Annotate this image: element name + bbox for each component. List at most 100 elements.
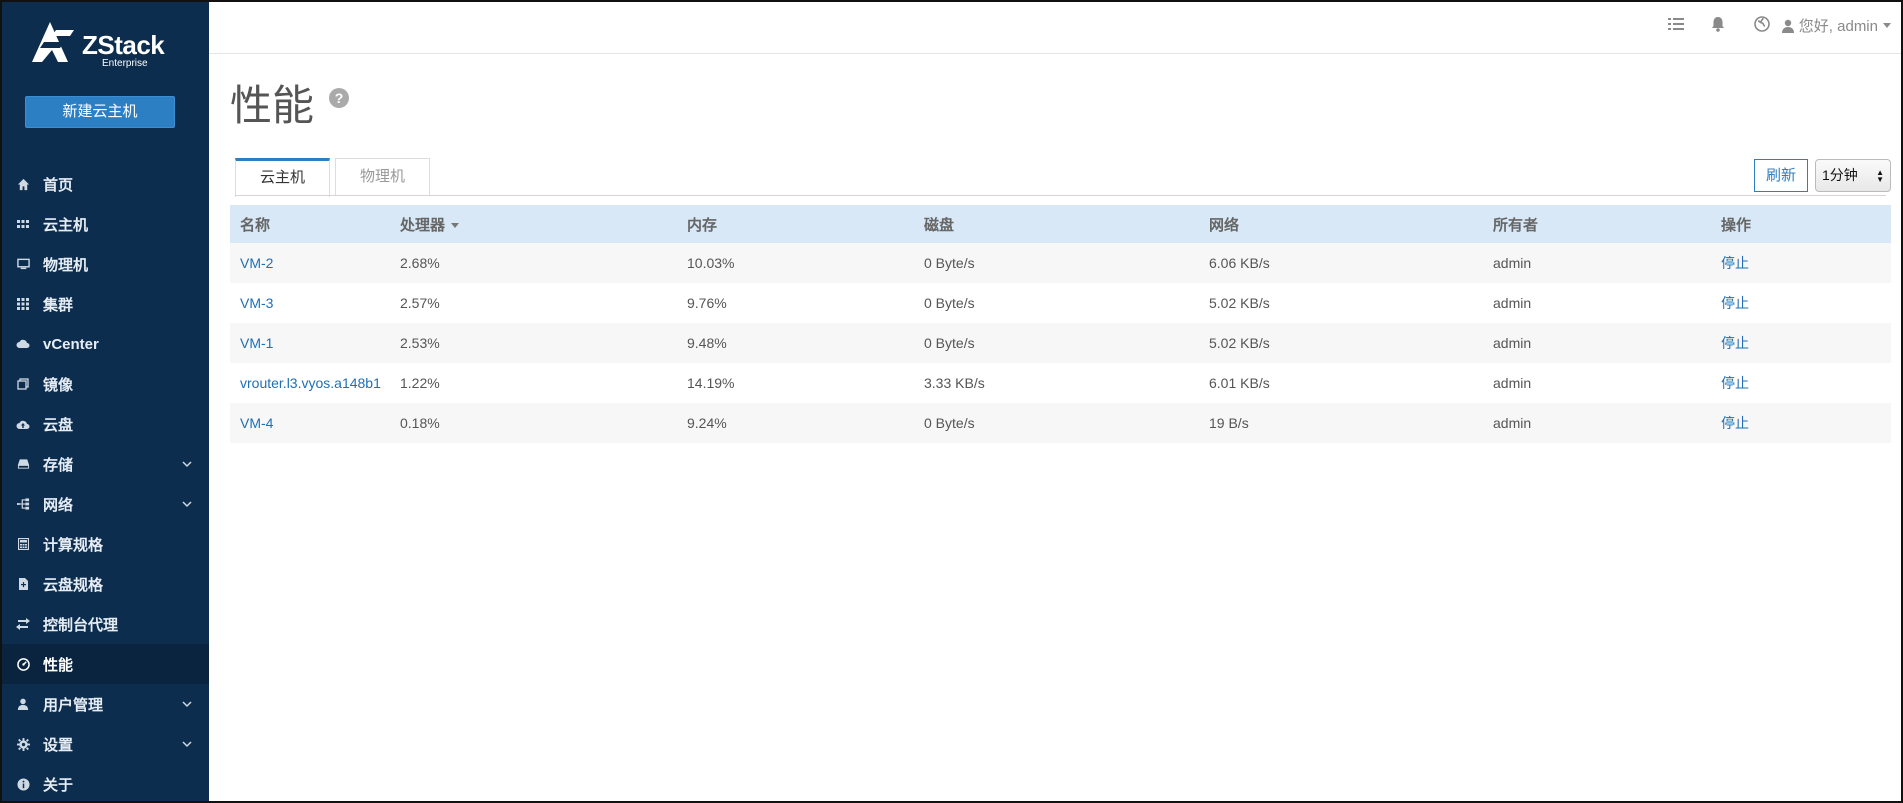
stop-action-link[interactable]: 停止	[1711, 253, 1891, 273]
sidebar-item-7[interactable]: 存储	[2, 444, 209, 484]
sidebar-item-label: vCenter	[43, 335, 99, 353]
vm-name-link[interactable]: VM-2	[230, 255, 390, 271]
app-frame: ZStack Enterprise 新建云主机 首页 云主机 物理机 集群 vCente…	[0, 0, 1903, 803]
sidebar-item-1[interactable]: 云主机	[2, 204, 209, 244]
disk-cell: 0 Byte/s	[924, 415, 975, 431]
user-menu[interactable]: 您好, admin	[1781, 15, 1891, 36]
sidebar-item-3[interactable]: 集群	[2, 284, 209, 324]
table-body: VM-2 2.68% 10.03% 0 Byte/s 6.06 KB/s admin 停止 V…	[230, 243, 1891, 443]
sidebar-item-label: 存储	[43, 456, 74, 474]
cpu-cell: 2.53%	[400, 335, 440, 351]
new-vm-button[interactable]: 新建云主机	[25, 96, 175, 128]
sidebar-item-label: 首页	[43, 176, 74, 194]
sidebar-item-13[interactable]: 用户管理	[2, 684, 209, 724]
table-header: 名称 处理器 内存 磁盘 网络 所有者 操作	[230, 205, 1891, 243]
sidebar-item-15[interactable]: 关于	[2, 764, 209, 801]
sidebar-item-label: 性能	[43, 656, 74, 674]
owner-cell: admin	[1493, 255, 1532, 271]
col-header-memory[interactable]: 内存	[677, 214, 914, 235]
col-header-name[interactable]: 名称	[230, 214, 390, 235]
vm-name-link[interactable]: VM-3	[230, 295, 390, 311]
sidebar-item-label: 计算规格	[43, 536, 104, 554]
cloud-upload-icon	[16, 417, 30, 431]
col-header-owner[interactable]: 所有者	[1483, 214, 1711, 235]
interval-value: 1分钟	[1822, 167, 1858, 183]
sidebar-item-14[interactable]: 设置	[2, 724, 209, 764]
sidebar-item-4[interactable]: vCenter	[2, 324, 209, 364]
memory-cell: 9.48%	[687, 335, 727, 351]
tabs-divider	[235, 195, 1886, 196]
memory-cell: 9.76%	[687, 295, 727, 311]
user-icon	[16, 697, 30, 711]
sidebar-item-8[interactable]: 网络	[2, 484, 209, 524]
stop-action-link[interactable]: 停止	[1711, 413, 1891, 433]
sort-desc-icon	[451, 223, 460, 229]
sidebar-item-label: 云主机	[43, 216, 89, 234]
cpu-cell: 0.18%	[400, 415, 440, 431]
network-cell: 5.02 KB/s	[1209, 335, 1270, 351]
memory-cell: 9.24%	[687, 415, 727, 431]
refresh-button[interactable]: 刷新	[1754, 159, 1808, 192]
owner-cell: admin	[1493, 375, 1532, 391]
stop-action-link[interactable]: 停止	[1711, 333, 1891, 353]
owner-cell: admin	[1493, 335, 1532, 351]
sidebar-item-0[interactable]: 首页	[2, 164, 209, 204]
col-header-cpu[interactable]: 处理器	[390, 214, 677, 235]
tab-host[interactable]: 物理机	[335, 158, 430, 196]
sidebar-item-label: 用户管理	[43, 696, 104, 714]
sidebar-item-11[interactable]: 控制台代理	[2, 604, 209, 644]
disk-cell: 0 Byte/s	[924, 255, 975, 271]
stop-action-link[interactable]: 停止	[1711, 373, 1891, 393]
sidebar-item-12[interactable]: 性能	[2, 644, 209, 684]
memory-cell: 10.03%	[687, 255, 735, 271]
network-cell: 6.01 KB/s	[1209, 375, 1270, 391]
col-header-cpu-label: 处理器	[400, 216, 446, 234]
cloud-icon	[16, 337, 30, 351]
col-header-network[interactable]: 网络	[1199, 214, 1483, 235]
monitor-icon	[16, 257, 30, 271]
chevron-down-icon	[181, 697, 193, 709]
sidebar-item-6[interactable]: 云盘	[2, 404, 209, 444]
sidebar-item-10[interactable]: 云盘规格	[2, 564, 209, 604]
network-cell: 19 B/s	[1209, 415, 1249, 431]
caret-down-icon	[1883, 23, 1891, 28]
table-row: VM-3 2.57% 9.76% 0 Byte/s 5.02 KB/s admin 停止	[230, 283, 1891, 323]
help-icon[interactable]: ?	[329, 88, 349, 108]
sidebar-item-label: 关于	[43, 776, 74, 794]
owner-cell: admin	[1493, 295, 1532, 311]
disk-cell: 3.33 KB/s	[924, 375, 985, 391]
stop-action-link[interactable]: 停止	[1711, 293, 1891, 313]
col-header-action: 操作	[1721, 216, 1752, 234]
apps-icon	[16, 297, 30, 311]
copy-icon	[16, 377, 30, 391]
cpu-cell: 2.68%	[400, 255, 440, 271]
sidebar: ZStack Enterprise 新建云主机 首页云主机物理机 集群 vCente…	[2, 2, 209, 801]
vm-name-link[interactable]: vrouter.l3.vyos.a148b1	[230, 375, 390, 391]
globe-icon[interactable]	[1754, 16, 1772, 34]
chevron-down-icon	[181, 497, 193, 509]
sidebar-nav: 首页云主机物理机 集群 vCenter 镜像 云盘存储网络计算规格云盘规格控制台代理性能…	[2, 164, 209, 801]
dashboard-icon	[16, 657, 30, 671]
page-title: 性能	[230, 82, 315, 129]
bell-icon[interactable]	[1710, 16, 1728, 34]
vm-name-link[interactable]: VM-1	[230, 335, 390, 351]
tab-vm[interactable]: 云主机	[235, 158, 330, 197]
logo[interactable]: ZStack Enterprise	[30, 20, 170, 69]
gear-icon	[16, 737, 30, 751]
sidebar-item-9[interactable]: 计算规格	[2, 524, 209, 564]
zstack-logo-icon	[32, 22, 74, 62]
sidebar-item-5[interactable]: 镜像	[2, 364, 209, 404]
list-icon[interactable]	[1668, 16, 1686, 34]
network-cell: 6.06 KB/s	[1209, 255, 1270, 271]
sidebar-item-label: 云盘规格	[43, 576, 104, 594]
sidebar-item-2[interactable]: 物理机	[2, 244, 209, 284]
logo-subtitle: Enterprise	[102, 58, 148, 69]
col-header-disk[interactable]: 磁盘	[914, 214, 1199, 235]
interval-select[interactable]: 1分钟 ▲ ▼	[1815, 159, 1891, 192]
vm-name-link[interactable]: VM-4	[230, 415, 390, 431]
table-row: VM-1 2.53% 9.48% 0 Byte/s 5.02 KB/s admin 停止	[230, 323, 1891, 363]
home-icon	[16, 177, 30, 191]
file-icon	[16, 577, 30, 591]
chevron-down-icon	[181, 457, 193, 469]
exchange-icon	[16, 617, 30, 631]
